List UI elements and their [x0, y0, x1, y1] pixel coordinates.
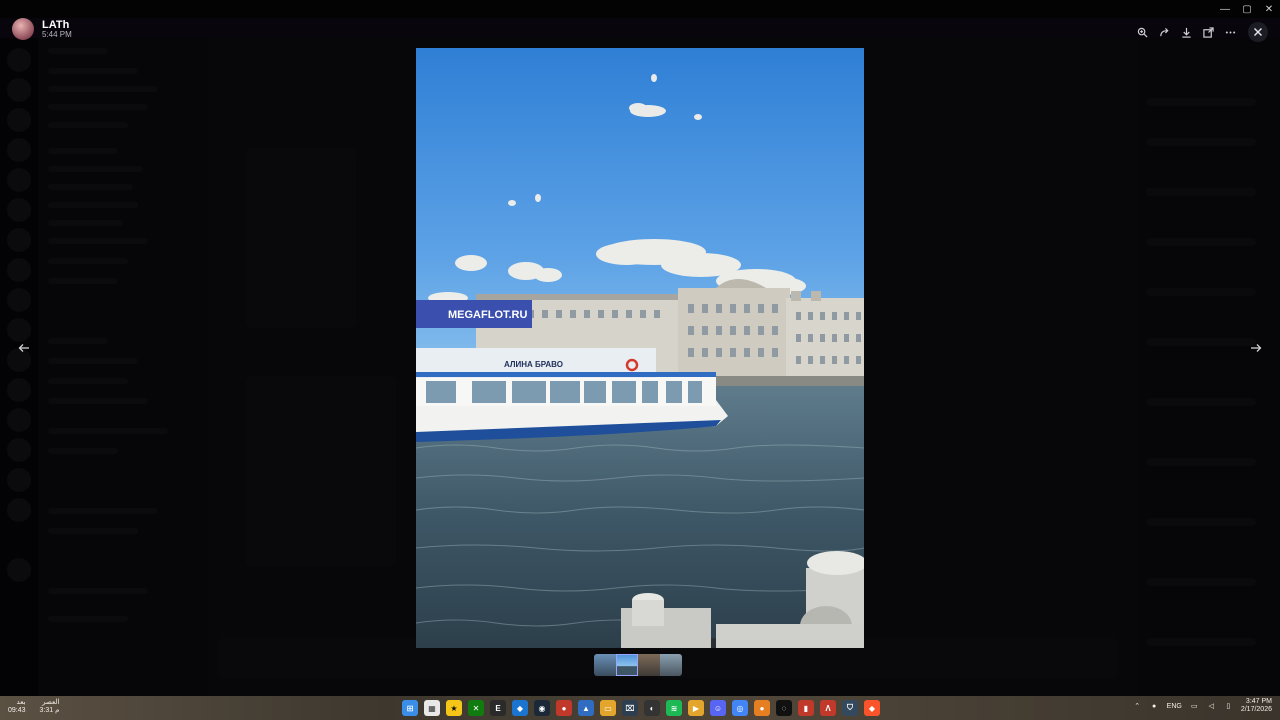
shield-icon[interactable]: ⛉ — [842, 700, 858, 716]
next-image-button[interactable] — [1246, 338, 1266, 358]
microphone-icon[interactable]: ● — [1150, 702, 1159, 711]
window-close-button[interactable]: ✕ — [1258, 0, 1280, 18]
author-timestamp: 5:44 PM — [42, 29, 72, 39]
widget-label: بعد — [16, 699, 26, 706]
start-icon[interactable]: ⊞ — [402, 700, 418, 716]
viewer-toolbar — [1132, 22, 1268, 42]
battery-icon[interactable]: ▯ — [1224, 702, 1233, 711]
river-boat-photo: MEGAFLOT.RU АЛИНА БРАВО — [416, 48, 864, 648]
download-icon[interactable] — [1176, 23, 1196, 41]
zoom-in-icon[interactable] — [1132, 23, 1152, 41]
taskbar-widgets[interactable]: بعد 09:43 العصر 3:31 م — [8, 699, 59, 715]
thumbnail-active[interactable] — [616, 654, 638, 676]
volume-icon[interactable]: ◁ — [1207, 702, 1216, 711]
spotify-icon[interactable]: ≋ — [666, 700, 682, 716]
app-icon[interactable]: ◌ — [776, 700, 792, 716]
xbox-icon[interactable]: ✕ — [468, 700, 484, 716]
system-tray: ⌃ ● ENG ▭ ◁ ▯ 3:47 PM 2/17/2026 — [1133, 698, 1272, 715]
prayer-label: العصر — [42, 699, 60, 706]
chevron-up-icon[interactable]: ⌃ — [1133, 702, 1142, 711]
open-external-icon[interactable] — [1198, 23, 1218, 41]
app-icon[interactable]: ⌧ — [622, 700, 638, 716]
app-icon[interactable]: ▶ — [688, 700, 704, 716]
media-author: LATh 5:44 PM — [12, 18, 72, 40]
clock-date: 2/17/2026 — [1240, 706, 1272, 714]
maximize-button[interactable]: ▢ — [1236, 0, 1258, 18]
arrow-right-icon — [1251, 344, 1262, 352]
epic-games-icon[interactable]: E — [490, 700, 506, 716]
clock[interactable]: 3:47 PM 2/17/2026 — [1241, 698, 1272, 715]
app-icon[interactable]: ▲ — [578, 700, 594, 716]
widget-value: 09:43 — [8, 707, 26, 715]
previous-image-button[interactable] — [14, 338, 34, 358]
app-icon[interactable]: ◐ — [644, 700, 660, 716]
more-icon[interactable] — [1220, 23, 1240, 41]
taskbar: بعد 09:43 العصر 3:31 م ⊞ ▦ ★ ✕ E ◆ ◉ ● ▲… — [0, 696, 1280, 720]
thumbnail[interactable] — [594, 654, 616, 676]
prayer-time: 3:31 م — [39, 707, 60, 715]
arrow-left-icon — [18, 344, 29, 352]
taskbar-apps: ⊞ ▦ ★ ✕ E ◆ ◉ ● ▲ ▭ ⌧ ◐ ≋ ▶ ☺ ◎ ● ◌ ▮ Λ … — [402, 700, 880, 716]
app-icon[interactable]: ● — [556, 700, 572, 716]
svg-text:АЛИНА БРАВО: АЛИНА БРАВО — [504, 360, 563, 369]
forward-icon[interactable] — [1154, 23, 1174, 41]
calendar-icon[interactable]: ▦ — [424, 700, 440, 716]
steam-icon[interactable]: ◉ — [534, 700, 550, 716]
thumbnail[interactable] — [638, 654, 660, 676]
notes-app-icon[interactable]: ★ — [446, 700, 462, 716]
network-icon[interactable]: ▭ — [1190, 702, 1199, 711]
viewer-image[interactable]: MEGAFLOT.RU АЛИНА БРАВО — [416, 48, 864, 648]
minimize-button[interactable]: — — [1214, 0, 1236, 18]
brave-icon[interactable]: ◆ — [864, 700, 880, 716]
discord-icon[interactable]: ☺ — [710, 700, 726, 716]
avatar[interactable] — [12, 18, 34, 40]
clock-time: 3:47 PM — [1245, 698, 1272, 705]
thumbnail-strip — [594, 654, 682, 676]
language-indicator[interactable]: ENG — [1167, 703, 1182, 710]
chrome-icon[interactable]: ◎ — [732, 700, 748, 716]
author-name[interactable]: LATh — [42, 19, 72, 31]
file-explorer-icon[interactable]: ▭ — [600, 700, 616, 716]
app-icon[interactable]: ◆ — [512, 700, 528, 716]
svg-text:MEGAFLOT.RU: MEGAFLOT.RU — [448, 309, 527, 321]
window-controls: — ▢ ✕ — [1214, 0, 1280, 18]
viewer-close-button[interactable] — [1248, 22, 1268, 42]
app-icon[interactable]: ▮ — [798, 700, 814, 716]
app-icon[interactable]: Λ — [820, 700, 836, 716]
thumbnail[interactable] — [660, 654, 682, 676]
app-icon[interactable]: ● — [754, 700, 770, 716]
